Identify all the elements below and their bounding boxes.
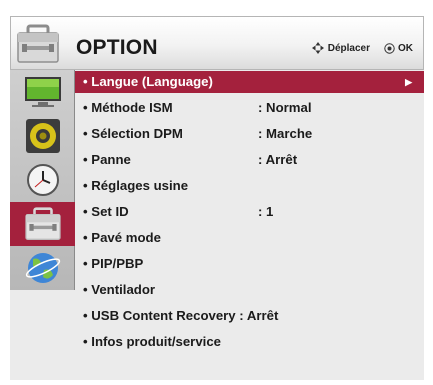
- toolbox-icon: [17, 24, 59, 63]
- menu-item-ism-method[interactable]: • Méthode ISM : Normal: [75, 97, 424, 119]
- menu-item-set-id[interactable]: • Set ID : 1: [75, 201, 424, 223]
- ok-hint-label: OK: [398, 42, 413, 54]
- option-menu-list: • Langue (Language) ▶ • Méthode ISM : No…: [75, 70, 424, 380]
- menu-item-label: • Panne: [83, 152, 131, 167]
- menu-item-language[interactable]: • Langue (Language) ▶: [75, 71, 424, 93]
- sidebar-item-network[interactable]: [10, 246, 75, 290]
- menu-item-label: • Langue (Language): [83, 74, 213, 89]
- menu-item-label: • Set ID: [83, 204, 129, 219]
- page-title: OPTION: [76, 36, 158, 59]
- menu-item-label: • Sélection DPM: [83, 126, 183, 141]
- clock-icon: [26, 164, 59, 196]
- menu-item-label: • Ventilador: [83, 282, 156, 297]
- menu-item-label: • Pavé mode: [83, 230, 161, 245]
- menu-item-product-info[interactable]: • Infos produit/service: [75, 331, 424, 353]
- menu-item-label: • Infos produit/service: [83, 334, 221, 349]
- sidebar-item-audio[interactable]: [10, 114, 75, 158]
- menu-item-usb-content-recovery[interactable]: • USB Content Recovery : Arrêt: [75, 305, 424, 327]
- navigation-arrows-icon: [311, 42, 324, 54]
- menu-item-label: • Méthode ISM: [83, 100, 173, 115]
- globe-icon: [25, 253, 60, 283]
- move-hint-label: Déplacer: [327, 42, 370, 54]
- picture-monitor-icon: [24, 77, 61, 107]
- sidebar-item-picture[interactable]: [10, 70, 75, 114]
- menu-item-label: • USB Content Recovery : Arrêt: [83, 308, 279, 323]
- menu-item-value: : Normal: [258, 100, 312, 115]
- menu-item-fail-over[interactable]: • Panne : Arrêt: [75, 149, 424, 171]
- menu-item-fan[interactable]: • Ventilador: [75, 279, 424, 301]
- sidebar-item-option[interactable]: [10, 202, 75, 246]
- submenu-arrow-icon: ▶: [405, 77, 412, 87]
- sidebar-item-time[interactable]: [10, 158, 75, 202]
- menu-item-factory-reset[interactable]: • Réglages usine: [75, 175, 424, 197]
- speaker-icon: [25, 119, 60, 153]
- category-sidebar: [10, 70, 75, 290]
- menu-item-value: : Marche: [258, 126, 313, 141]
- key-guide: Déplacer OK: [311, 41, 413, 55]
- menu-item-value: : 1: [258, 204, 274, 219]
- menu-item-dpm-select[interactable]: • Sélection DPM : Marche: [75, 123, 424, 145]
- toolbox-icon: [24, 207, 61, 240]
- menu-item-tile-mode[interactable]: • Pavé mode: [75, 227, 424, 249]
- menu-item-value: : Arrêt: [258, 152, 298, 167]
- menu-item-label: • Réglages usine: [83, 178, 189, 193]
- ok-button-icon: [384, 42, 395, 54]
- menu-item-label: • PIP/PBP: [83, 256, 144, 271]
- menu-header: OPTION Déplacer OK: [10, 16, 424, 70]
- menu-item-pip-pbp[interactable]: • PIP/PBP: [75, 253, 424, 275]
